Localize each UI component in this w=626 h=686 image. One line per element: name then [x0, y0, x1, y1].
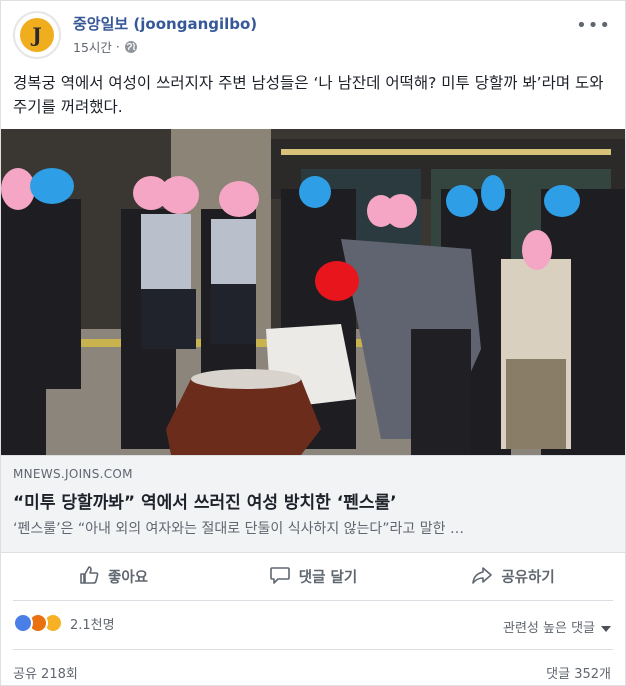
avatar-logo-letter: J [32, 23, 42, 47]
post-card: J 중앙일보 (joongangilbo) 15시간 · ••• 경복궁 역에서… [0, 0, 626, 686]
link-domain: MNEWS.JOINS.COM [13, 467, 133, 481]
caret-down-icon [601, 625, 611, 632]
like-label: 좋아요 [107, 570, 149, 586]
share-count[interactable]: 공유 218회 [13, 663, 78, 682]
comment-sort-dropdown[interactable]: 관련성 높은 댓글 [503, 617, 611, 636]
reaction-count: 2.1천명 [70, 617, 115, 633]
divider [13, 649, 613, 650]
post-actions: 좋아요 댓글 달기 공유하기 [13, 553, 613, 601]
more-options-icon[interactable]: ••• [576, 15, 611, 36]
post-text: 경복궁 역에서 여성이 쓰러지자 주변 남성들은 ‘나 남잔데 어떡해? 미투 … [13, 74, 604, 116]
thumbs-up-icon [78, 564, 100, 590]
post-photo[interactable] [1, 129, 625, 455]
comment-label: 댓글 달기 [298, 570, 358, 586]
globe-icon [124, 40, 138, 54]
post-meta: 15시간 · [73, 37, 138, 56]
link-title[interactable]: “미투 당할까봐” 역에서 쓰러진 여성 방치한 ‘펜스룰’ [13, 488, 397, 513]
share-arrow-icon [471, 564, 493, 590]
meta-separator: · [115, 39, 120, 54]
reaction-summary[interactable]: 2.1천명 [13, 613, 115, 633]
page-name-link[interactable]: 중앙일보 (joongangilbo) [73, 13, 257, 34]
comment-bubble-icon [269, 564, 291, 590]
avatar-logo: J [20, 18, 54, 52]
comment-count[interactable]: 댓글 352개 [546, 663, 611, 682]
share-button[interactable]: 공유하기 [413, 553, 613, 600]
like-button[interactable]: 좋아요 [13, 553, 213, 600]
page-avatar[interactable]: J [13, 11, 61, 59]
comment-button[interactable]: 댓글 달기 [213, 553, 413, 600]
link-preview[interactable]: MNEWS.JOINS.COM “미투 당할까봐” 역에서 쓰러진 여성 방치한… [1, 455, 625, 553]
share-label: 공유하기 [501, 570, 555, 586]
like-reaction-icon [13, 613, 33, 633]
link-description: ‘펜스룰’은 “아내 외의 여자와는 절대로 단둘이 식사하지 않는다”라고 말… [13, 521, 464, 537]
comment-sort-label: 관련성 높은 댓글 [503, 621, 595, 636]
post-timestamp[interactable]: 15시간 [73, 37, 112, 56]
